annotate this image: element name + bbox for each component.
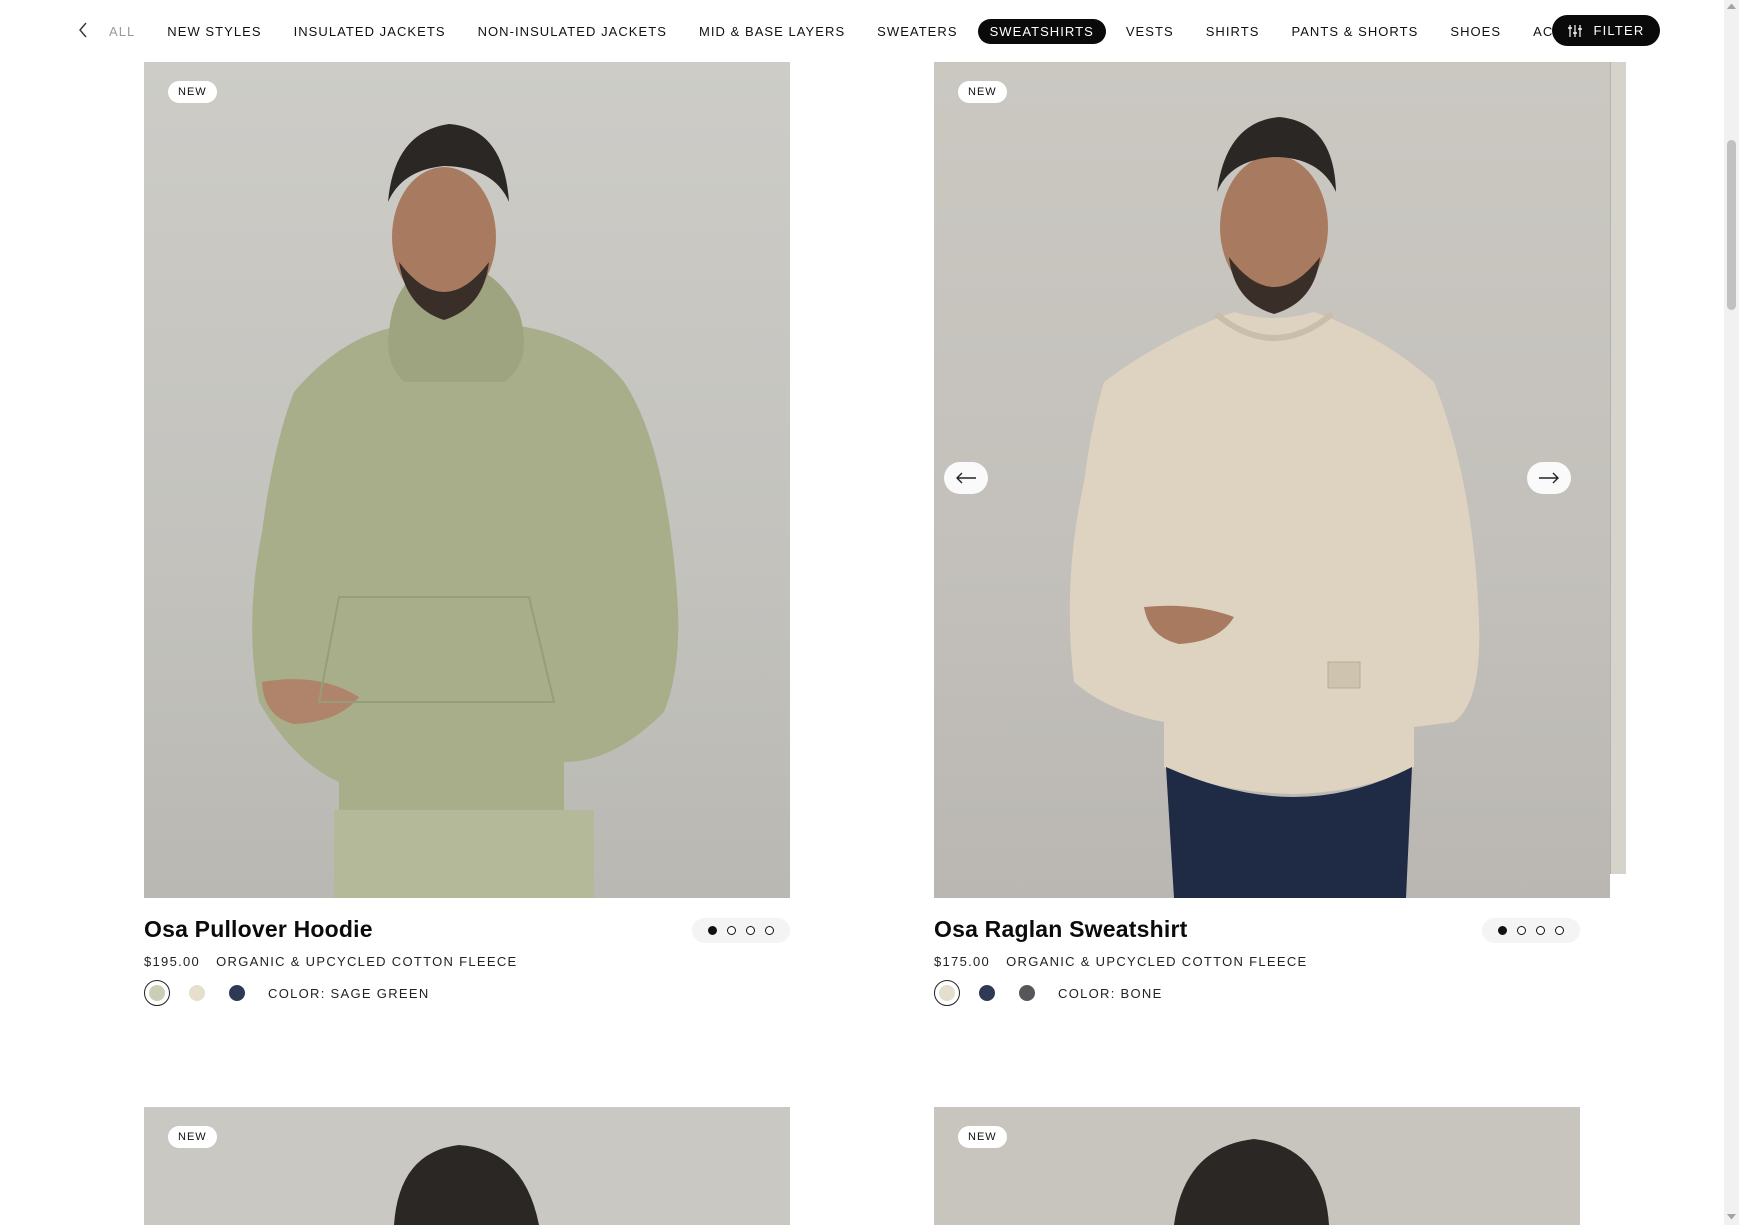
swatch-sage-green[interactable] — [144, 980, 170, 1006]
product-material: ORGANIC & UPCYCLED COTTON FLEECE — [1006, 954, 1308, 969]
scroll-up-icon[interactable] — [1727, 4, 1736, 9]
pagination-dot[interactable] — [727, 926, 736, 935]
model-illustration — [252, 124, 679, 898]
color-label: COLOR: BONE — [1058, 985, 1163, 1001]
pagination-dot[interactable] — [1536, 926, 1545, 935]
product-image[interactable]: NEW — [144, 62, 790, 898]
tab-new-styles[interactable]: NEW STYLES — [155, 19, 273, 44]
category-nav: ALL NEW STYLES INSULATED JACKETS NON-INS… — [0, 0, 1724, 62]
chevron-left-icon[interactable] — [72, 19, 94, 41]
product-image[interactable]: NEW — [144, 1107, 790, 1225]
tab-mid-base-layers[interactable]: MID & BASE LAYERS — [687, 19, 857, 44]
model-illustration — [1069, 117, 1480, 898]
tab-insulated-jackets[interactable]: INSULATED JACKETS — [282, 19, 458, 44]
tab-non-insulated-jackets[interactable]: NON-INSULATED JACKETS — [466, 19, 679, 44]
color-swatches: COLOR: SAGE GREEN — [144, 980, 430, 1006]
color-swatches: COLOR: BONE — [934, 980, 1163, 1006]
scroll-down-icon[interactable] — [1727, 1214, 1736, 1219]
category-tabs: ALL NEW STYLES INSULATED JACKETS NON-INS… — [97, 0, 1659, 62]
arrow-right-icon[interactable] — [1527, 462, 1571, 494]
product-price: $195.00 — [144, 954, 201, 969]
product-meta: $195.00 ORGANIC & UPCYCLED COTTON FLEECE — [144, 954, 518, 969]
product-material: ORGANIC & UPCYCLED COTTON FLEECE — [216, 954, 518, 969]
product-image[interactable]: NEW — [934, 62, 1626, 898]
new-badge: NEW — [958, 1126, 1007, 1148]
swatch-fill — [229, 985, 245, 1001]
swatch-bone[interactable] — [934, 980, 960, 1006]
swatch-navy[interactable] — [974, 980, 1000, 1006]
swatch-navy[interactable] — [224, 980, 250, 1006]
swatch-fill — [1019, 985, 1035, 1001]
tab-all[interactable]: ALL — [97, 19, 147, 44]
swatch-fill — [939, 985, 955, 1001]
pagination-dot[interactable] — [746, 926, 755, 935]
product-title[interactable]: Osa Pullover Hoodie — [144, 916, 373, 943]
image-pagination — [692, 918, 790, 943]
sliders-icon — [1567, 24, 1583, 38]
pagination-dot[interactable] — [765, 926, 774, 935]
tab-pants-shorts[interactable]: PANTS & SHORTS — [1279, 19, 1430, 44]
swatch-charcoal[interactable] — [1014, 980, 1040, 1006]
color-label: COLOR: SAGE GREEN — [268, 985, 430, 1001]
new-badge: NEW — [168, 81, 217, 103]
tab-shirts[interactable]: SHIRTS — [1194, 19, 1272, 44]
swatch-bone[interactable] — [184, 980, 210, 1006]
new-badge: NEW — [958, 81, 1007, 103]
new-badge: NEW — [168, 1126, 217, 1148]
model-illustration — [1174, 1139, 1329, 1225]
tab-vests[interactable]: VESTS — [1114, 19, 1186, 44]
filter-button[interactable]: FILTER — [1552, 15, 1660, 46]
pagination-dot[interactable] — [1517, 926, 1526, 935]
product-title[interactable]: Osa Raglan Sweatshirt — [934, 916, 1187, 943]
next-slide-edge — [1610, 62, 1626, 874]
image-pagination — [1482, 918, 1580, 943]
swatch-fill — [979, 985, 995, 1001]
tab-shoes[interactable]: SHOES — [1438, 19, 1513, 44]
swatch-fill — [149, 985, 165, 1001]
tab-sweatshirts[interactable]: SWEATSHIRTS — [977, 18, 1106, 44]
pagination-dot[interactable] — [708, 926, 717, 935]
model-illustration — [394, 1145, 539, 1225]
arrow-left-icon[interactable] — [944, 462, 988, 494]
pagination-dot[interactable] — [1498, 926, 1507, 935]
pagination-dot[interactable] — [1555, 926, 1564, 935]
scrollbar-thumb[interactable] — [1727, 140, 1736, 310]
product-price: $175.00 — [934, 954, 991, 969]
product-image[interactable]: NEW — [934, 1107, 1580, 1225]
swatch-fill — [189, 985, 205, 1001]
filter-label: FILTER — [1593, 23, 1645, 38]
product-meta: $175.00 ORGANIC & UPCYCLED COTTON FLEECE — [934, 954, 1308, 969]
tab-sweaters[interactable]: SWEATERS — [865, 19, 969, 44]
